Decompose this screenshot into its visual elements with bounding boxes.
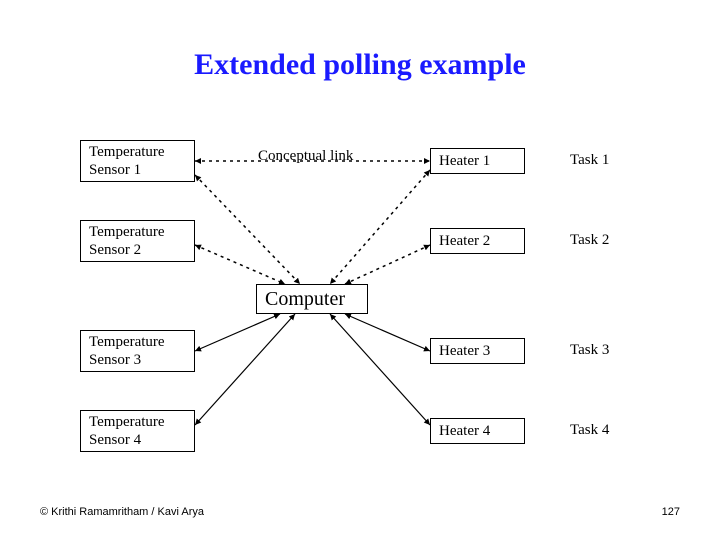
computer-box: Computer [256, 284, 368, 314]
task-3-label: Task 3 [570, 342, 609, 359]
task-1-label: Task 1 [570, 152, 609, 169]
sensor-1-box: Temperature Sensor 1 [80, 140, 195, 182]
heater-1-box: Heater 1 [430, 148, 525, 174]
sensor-4-box: Temperature Sensor 4 [80, 410, 195, 452]
footer-credit: © Krithi Ramamritham / Kavi Arya [40, 506, 204, 518]
page-number: 127 [662, 506, 680, 518]
task-4-label: Task 4 [570, 422, 609, 439]
sensor-2-box: Temperature Sensor 2 [80, 220, 195, 262]
sensor-3-box: Temperature Sensor 3 [80, 330, 195, 372]
computer-label: Computer [265, 287, 345, 311]
heater-4-box: Heater 4 [430, 418, 525, 444]
slide-title: Extended polling example [0, 48, 720, 82]
conceptual-link-label: Conceptual link [258, 148, 353, 165]
task-2-label: Task 2 [570, 232, 609, 249]
heater-3-box: Heater 3 [430, 338, 525, 364]
heater-2-box: Heater 2 [430, 228, 525, 254]
